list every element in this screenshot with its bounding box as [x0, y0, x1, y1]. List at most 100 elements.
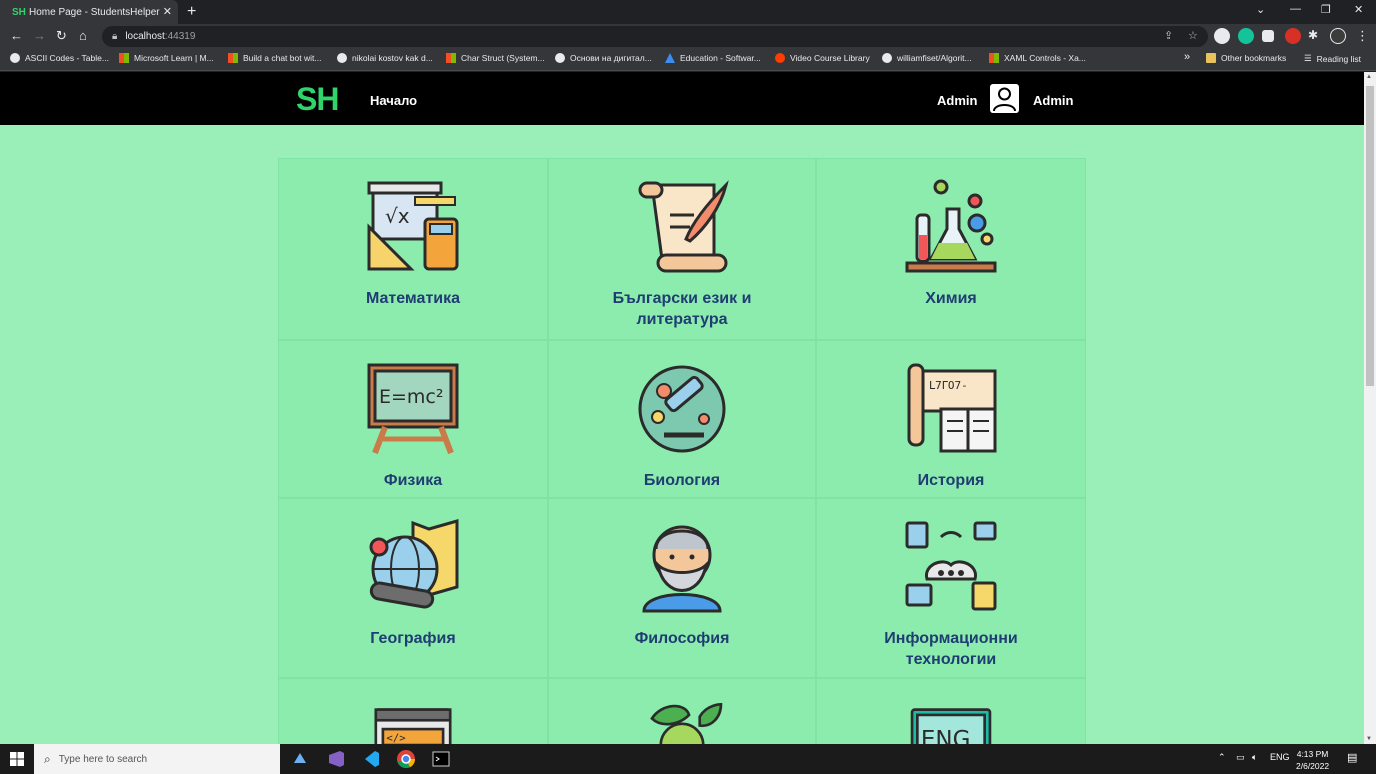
subject-label: Философия	[634, 630, 730, 647]
vscode-icon[interactable]	[361, 749, 381, 769]
history-book-icon: ᒪ7ᒥO7-	[907, 363, 997, 453]
folder-icon	[1206, 53, 1216, 63]
page-viewport: SH Начало Admin Admin √x Математика Бълг…	[0, 72, 1364, 744]
network-icon	[905, 521, 997, 611]
azure-icon	[665, 53, 675, 63]
more-bookmarks-button[interactable]: »	[1184, 51, 1190, 63]
bookmark-label: nikolai kostov kak d...	[352, 53, 433, 63]
bookmark-item[interactable]: Education - Softwar...	[665, 53, 761, 63]
home-icon[interactable]: ⌂	[79, 28, 87, 43]
philosopher-icon	[642, 525, 722, 613]
reload-icon[interactable]: ↻	[56, 28, 67, 44]
page-scrollbar[interactable]: ▲ ▼	[1364, 72, 1376, 744]
site-logo[interactable]: SH	[296, 81, 339, 118]
subject-card-math[interactable]: √x Математика	[278, 158, 548, 340]
scroll-quill-icon	[638, 180, 729, 273]
bookmark-item[interactable]: williamfiset/Algorit...	[882, 53, 972, 63]
grammarly-icon[interactable]	[1238, 28, 1254, 44]
nav-home-link[interactable]: Начало	[370, 93, 417, 108]
network-tray-icon[interactable]: ▭	[1236, 752, 1245, 763]
scroll-up-icon[interactable]: ▲	[1366, 74, 1372, 80]
tray-overflow-icon[interactable]: ⌃	[1218, 752, 1226, 763]
browser-tab-strip: SH Home Page - StudentsHelper ✕ + ⌄ — ❐ …	[0, 0, 1376, 24]
lock-icon[interactable]: 🔒︎	[112, 31, 117, 42]
subject-card-it[interactable]: Информационни технологии	[816, 498, 1086, 678]
tab-search-icon[interactable]: ⌄	[1256, 3, 1265, 16]
bookmark-item[interactable]: Build a chat bot wit...	[228, 53, 321, 63]
svg-text:√x: √x	[385, 204, 410, 228]
blackboard-icon: E=mc²	[367, 363, 459, 455]
back-icon[interactable]: ←	[10, 28, 23, 43]
bookmark-item[interactable]: nikolai kostov kak d...	[337, 53, 433, 63]
windows-start-icon[interactable]	[10, 752, 24, 766]
forward-icon[interactable]: →	[33, 28, 46, 43]
subject-label: Химия	[925, 290, 977, 307]
bookmark-label: Education - Softwar...	[680, 53, 761, 63]
taskbar-clock[interactable]: 4:13 PM 2/6/2022	[1296, 748, 1329, 772]
subject-card-biology[interactable]: Биология	[548, 340, 816, 498]
chrome-icon[interactable]	[396, 749, 416, 769]
subject-card-physics[interactable]: E=mc² Физика	[278, 340, 548, 498]
taskbar-search-placeholder: Type here to search	[58, 753, 148, 765]
bookmark-item[interactable]: XAML Controls - Xa...	[989, 53, 1086, 63]
minimize-icon[interactable]: —	[1290, 3, 1301, 15]
subject-card-programming[interactable]: </>	[278, 678, 548, 744]
bookmark-item[interactable]: Основи на дигитал...	[555, 53, 652, 63]
bookmark-item[interactable]: Video Course Library	[775, 53, 870, 63]
bookmark-label: Build a chat bot wit...	[243, 53, 322, 63]
circle-icon	[10, 53, 20, 63]
scroll-down-icon[interactable]: ▼	[1366, 736, 1372, 742]
other-bookmarks-label: Other bookmarks	[1221, 53, 1287, 63]
other-bookmarks-folder[interactable]: Other bookmarks	[1206, 53, 1286, 63]
url-host: localhost	[125, 31, 165, 42]
window-close-icon[interactable]: ✕	[1354, 3, 1363, 16]
subject-card-chemistry[interactable]: Химия	[816, 158, 1086, 340]
close-tab-icon[interactable]: ✕	[163, 5, 172, 18]
nav-user-name[interactable]: Admin	[1033, 93, 1073, 108]
bookmark-item[interactable]: Microsoft Learn | M...	[119, 53, 214, 63]
nav-admin-link[interactable]: Admin	[937, 93, 977, 108]
subject-card-english[interactable]: ENG	[816, 678, 1086, 744]
subject-card-geography[interactable]: География	[278, 498, 548, 678]
extensions-puzzle-icon[interactable]: ✱	[1308, 28, 1318, 42]
bookmark-label: Основи на дигитал...	[570, 53, 652, 63]
bookmark-label: ASCII Codes - Table...	[25, 53, 109, 63]
bookmark-label: Char Struct (System...	[461, 53, 545, 63]
bookmark-item[interactable]: ASCII Codes - Table...	[10, 53, 109, 63]
task-view-icon[interactable]	[290, 749, 310, 769]
chemistry-icon	[905, 179, 997, 273]
extension-red-icon[interactable]	[1285, 28, 1301, 44]
reading-list-button[interactable]: ☰ Reading list	[1304, 53, 1361, 64]
new-tab-icon[interactable]: +	[187, 3, 196, 21]
input-language[interactable]: ENG	[1270, 752, 1290, 762]
visual-studio-icon[interactable]	[326, 749, 346, 769]
bookmark-item[interactable]: Char Struct (System...	[446, 53, 545, 63]
terminal-icon[interactable]	[431, 749, 451, 769]
browser-tab[interactable]: SH Home Page - StudentsHelper ✕	[0, 0, 178, 24]
extension-dark-icon[interactable]	[1330, 28, 1346, 44]
share-icon[interactable]: ⇪	[1164, 29, 1173, 42]
taskbar-search-box[interactable]: ⌕ Type here to search	[34, 744, 280, 774]
scrollbar-thumb[interactable]	[1366, 86, 1374, 386]
subject-card-history[interactable]: ᒪ7ᒥO7- История	[816, 340, 1086, 498]
site-navbar: SH Начало Admin Admin	[0, 72, 1364, 125]
bookmark-star-icon[interactable]: ☆	[1188, 29, 1198, 42]
reading-list-icon: ☰	[1304, 53, 1312, 63]
user-avatar-icon[interactable]	[990, 84, 1019, 113]
subject-card-philosophy[interactable]: Философия	[548, 498, 816, 678]
tab-favicon: SH	[12, 6, 26, 18]
search-icon: ⌕	[44, 751, 51, 766]
profile-avatar-icon[interactable]	[1214, 28, 1230, 44]
menu-kebab-icon[interactable]: ⋮	[1356, 28, 1369, 44]
address-bar[interactable]: 🔒︎ localhost :44319 ⇪ ☆	[102, 26, 1208, 47]
youtube-icon	[775, 53, 785, 63]
svg-text:</>: </>	[386, 732, 405, 745]
globe-icon	[369, 519, 459, 609]
extension-icon[interactable]	[1262, 30, 1274, 42]
volume-icon[interactable]: 🔈︎	[1252, 752, 1257, 763]
subject-card-nature[interactable]	[548, 678, 816, 744]
subject-card-bulgarian[interactable]: Български език и литература	[548, 158, 816, 340]
restore-icon[interactable]: ❐	[1321, 3, 1331, 16]
svg-text:ENG: ENG	[921, 727, 971, 744]
notification-icon[interactable]: ▤	[1347, 751, 1357, 764]
